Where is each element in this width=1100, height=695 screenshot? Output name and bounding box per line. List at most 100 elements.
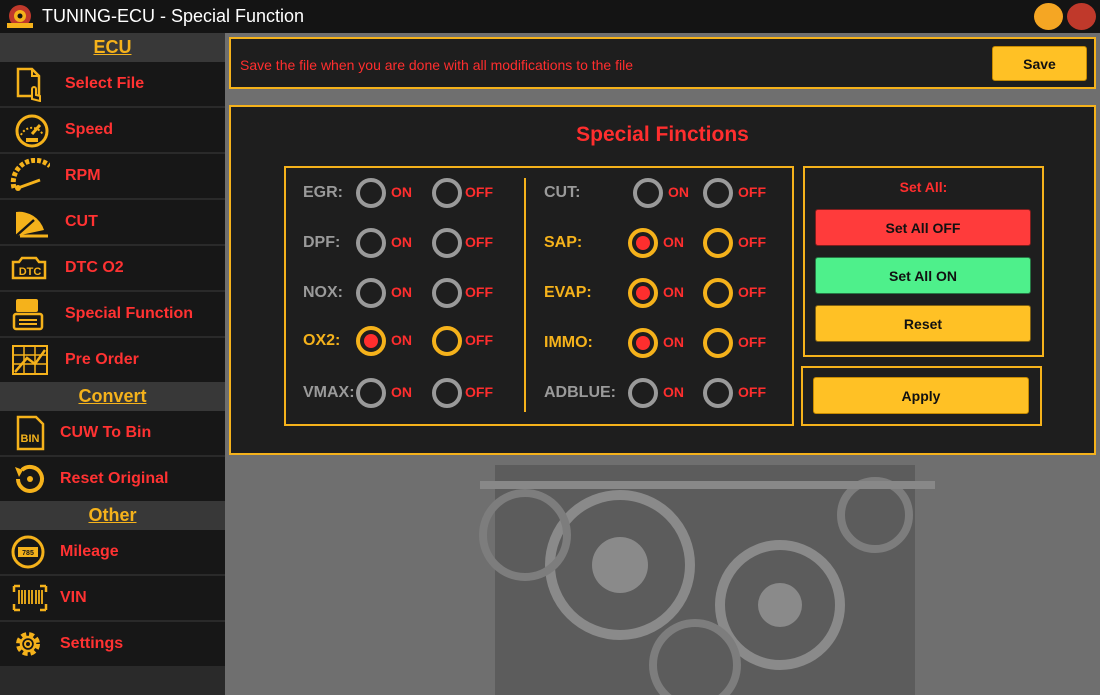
vmax-on-label: ON <box>391 384 412 400</box>
function-label-immo: IMMO: <box>544 334 593 351</box>
nav-item-special-function[interactable]: Special Function <box>0 292 225 336</box>
dtc-engine-icon: DTC <box>11 256 47 280</box>
sap-on-radio[interactable] <box>628 228 658 258</box>
function-label-nox: NOX: <box>303 284 343 301</box>
function-row-egr: EGR: ON OFF <box>303 176 513 210</box>
ox2-on-radio[interactable] <box>356 326 386 356</box>
nav-item-mileage[interactable]: 785 Mileage <box>0 530 225 574</box>
nav-label-select-file: Select File <box>65 75 145 92</box>
nav-item-select-file[interactable]: Select File <box>0 62 225 106</box>
adblue-on-radio[interactable] <box>628 378 658 408</box>
function-label-egr: EGR: <box>303 184 343 201</box>
function-toggle-group: EGR: ON OFF DPF: ON OFF NOX: ON OFF OX2:… <box>284 166 794 426</box>
nox-off-radio[interactable] <box>432 278 462 308</box>
sap-off-radio[interactable] <box>703 228 733 258</box>
immo-off-label: OFF <box>738 334 766 350</box>
ox2-off-label: OFF <box>465 332 493 348</box>
vmax-off-label: OFF <box>465 384 493 400</box>
dpf-off-radio[interactable] <box>432 228 462 258</box>
function-row-ox2: OX2: ON OFF <box>303 324 513 358</box>
section-header-other: Other <box>0 501 225 530</box>
nav-label-vin: VIN <box>60 589 87 606</box>
nav-label-pre-order: Pre Order <box>65 351 139 368</box>
column-divider <box>524 178 526 412</box>
apply-button[interactable]: Apply <box>813 377 1029 414</box>
svg-text:785: 785 <box>22 550 34 557</box>
function-label-evap: EVAP: <box>544 284 592 301</box>
cut-off-radio[interactable] <box>703 178 733 208</box>
function-row-nox: NOX: ON OFF <box>303 276 513 310</box>
reset-button[interactable]: Reset <box>815 305 1031 342</box>
nox-on-label: ON <box>391 284 412 300</box>
set-all-off-button[interactable]: Set All OFF <box>815 209 1031 246</box>
nav-item-dtc-o2[interactable]: DTC DTC O2 <box>0 246 225 290</box>
dpf-on-radio[interactable] <box>356 228 386 258</box>
panel-title: Special Finctions <box>576 123 749 146</box>
title-bar: TUNING-ECU - Special Function <box>0 0 1100 33</box>
immo-off-radio[interactable] <box>703 328 733 358</box>
svg-text:DTC: DTC <box>19 266 42 278</box>
file-select-icon <box>16 67 41 102</box>
odometer-icon: 785 <box>11 535 45 569</box>
egr-on-label: ON <box>391 184 412 200</box>
nav-item-speed[interactable]: Speed <box>0 108 225 152</box>
evap-off-radio[interactable] <box>703 278 733 308</box>
egr-on-radio[interactable] <box>356 178 386 208</box>
apply-group: Apply <box>801 366 1042 426</box>
close-button[interactable] <box>1067 3 1096 30</box>
gear-icon <box>16 632 40 656</box>
nav-item-rpm[interactable]: RPM <box>0 154 225 198</box>
adblue-off-radio[interactable] <box>703 378 733 408</box>
adblue-on-label: ON <box>663 384 684 400</box>
nav-label-cut: CUT <box>65 213 98 230</box>
function-label-cut: CUT: <box>544 184 581 201</box>
rpm-gauge-icon <box>10 158 50 191</box>
function-label-vmax: VMAX: <box>303 384 355 401</box>
egr-off-radio[interactable] <box>432 178 462 208</box>
nav-label-mileage: Mileage <box>60 543 119 560</box>
set-all-on-button[interactable]: Set All ON <box>815 257 1031 294</box>
window-title: TUNING-ECU - Special Function <box>42 6 305 26</box>
pre-order-icon <box>12 345 48 375</box>
ox2-off-radio[interactable] <box>432 326 462 356</box>
evap-on-radio[interactable] <box>628 278 658 308</box>
nav-item-settings[interactable]: Settings <box>0 622 225 666</box>
sap-on-label: ON <box>663 234 684 250</box>
adblue-off-label: OFF <box>738 384 766 400</box>
vmax-off-radio[interactable] <box>432 378 462 408</box>
immo-on-radio[interactable] <box>628 328 658 358</box>
function-label-sap: SAP: <box>544 234 583 251</box>
save-message: Save the file when you are done with all… <box>240 57 634 73</box>
speedometer-icon <box>15 114 49 148</box>
nox-off-label: OFF <box>465 284 493 300</box>
nav-label-cuw-to-bin: CUW To Bin <box>60 424 152 441</box>
save-button[interactable]: Save <box>992 46 1087 81</box>
function-row-vmax: VMAX: ON OFF <box>303 376 513 410</box>
evap-on-label: ON <box>663 284 684 300</box>
special-function-icon <box>12 299 44 331</box>
minimize-button[interactable] <box>1034 3 1063 30</box>
nav-item-reset-original[interactable]: Reset Original <box>0 457 225 501</box>
nav-label-rpm: RPM <box>65 167 101 184</box>
nox-on-radio[interactable] <box>356 278 386 308</box>
svg-text:BIN: BIN <box>21 433 40 445</box>
nav-label-special-function: Special Function <box>65 305 194 322</box>
section-header-ecu: ECU <box>0 33 225 62</box>
engine-background-image <box>479 465 935 695</box>
set-all-group: Set All: Set All OFF Set All ON Reset <box>803 166 1044 357</box>
evap-off-label: OFF <box>738 284 766 300</box>
reset-icon <box>15 464 44 493</box>
vmax-on-radio[interactable] <box>356 378 386 408</box>
nav-label-settings: Settings <box>60 635 124 652</box>
bin-file-icon: BIN <box>16 415 45 451</box>
nav-item-cuw-to-bin[interactable]: BIN CUW To Bin <box>0 411 225 455</box>
sap-off-label: OFF <box>738 234 766 250</box>
nav-item-vin[interactable]: VIN <box>0 576 225 620</box>
ecu-logo-icon <box>7 5 33 28</box>
cut-on-radio[interactable] <box>633 178 663 208</box>
cut-gauge-icon <box>15 211 48 238</box>
special-functions-panel: Special Finctions EGR: ON OFF DPF: ON OF… <box>229 105 1096 455</box>
nav-item-cut[interactable]: CUT <box>0 200 225 244</box>
cut-off-label: OFF <box>738 184 766 200</box>
nav-item-pre-order[interactable]: Pre Order <box>0 338 225 382</box>
